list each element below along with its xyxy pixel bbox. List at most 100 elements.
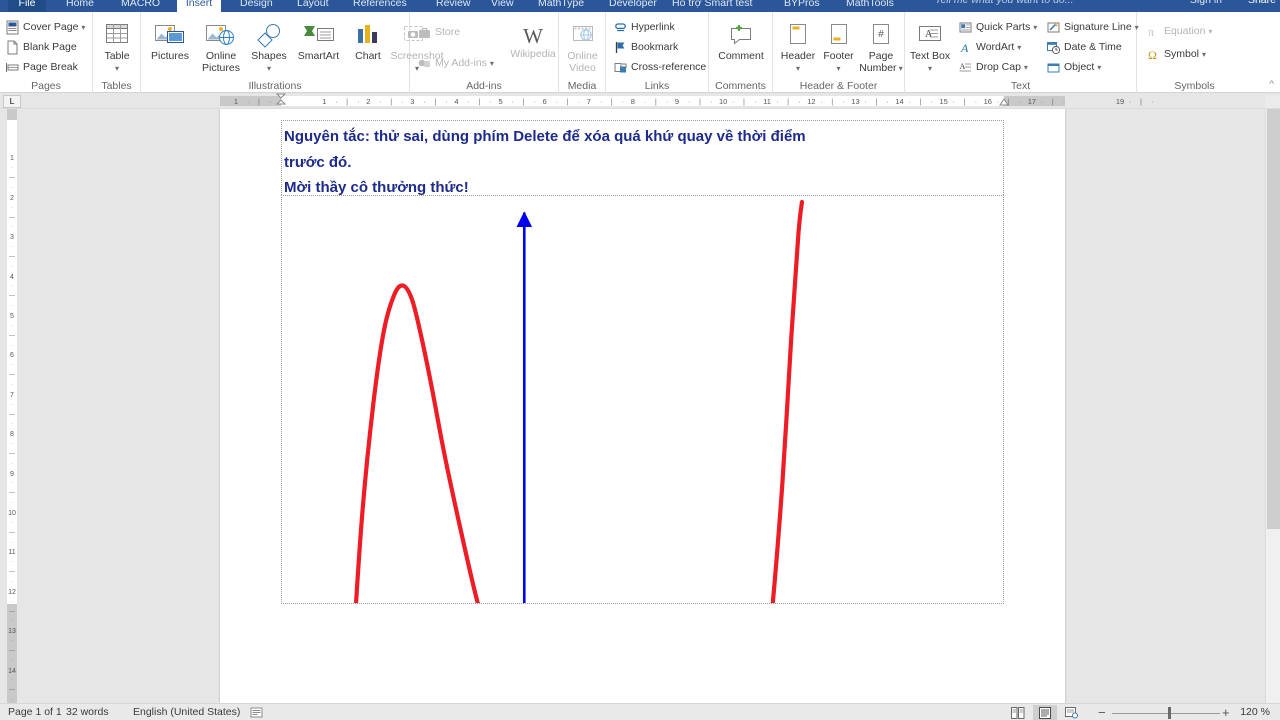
ribbon-group-comments: Comment Comments: [709, 12, 773, 93]
collapse-ribbon-button[interactable]: ^: [1269, 80, 1274, 89]
read-mode-icon[interactable]: [1006, 705, 1030, 720]
quick-parts-button[interactable]: Quick Parts ▾: [957, 18, 1037, 37]
online-pictures-icon: [197, 23, 245, 49]
wordart-button[interactable]: A WordArt ▾: [957, 38, 1021, 57]
view-mode-buttons[interactable]: [1006, 705, 1084, 720]
scrollbar-thumb[interactable]: [1267, 109, 1280, 529]
tab-macro[interactable]: MACRO: [115, 0, 166, 12]
chevron-down-icon[interactable]: ▾: [1208, 27, 1212, 36]
my-addins-button[interactable]: My Add-ins ▾: [416, 54, 494, 73]
tab-mathtools[interactable]: MathTools: [840, 0, 900, 12]
zoom-level-label[interactable]: 120 %: [1240, 706, 1270, 718]
tell-me-search[interactable]: Tell me what you want to do...: [935, 0, 1074, 6]
document-page[interactable]: Nguyên tắc: thử sai, dùng phím Delete để…: [220, 109, 1065, 703]
web-layout-icon[interactable]: [1060, 705, 1084, 720]
hruler-minor-tick: ·: [1040, 97, 1044, 106]
status-page-number[interactable]: Page 1 of 1: [8, 706, 62, 719]
horizontal-ruler-track[interactable]: 1 · | · 1 · | · 2 · | · 3 · | · 4 · | · 5 · | · 6 · | · 7 · | · 8 · | · 9 · | ·…: [220, 93, 1153, 108]
print-layout-icon[interactable]: [1033, 705, 1058, 720]
pictures-button[interactable]: Pictures: [145, 20, 195, 63]
cover-page-button[interactable]: Cover Page ▾: [4, 18, 85, 37]
hyperlink-button[interactable]: Hyperlink: [612, 18, 675, 37]
chevron-down-icon[interactable]: ▾: [247, 63, 291, 75]
vertical-ruler[interactable]: 1 · — · 2 · — · 3 · — · 4 · — · 5 · — · 6 · — · 7 · — · 8 · — · 9 · — · 10 · —…: [3, 109, 21, 703]
chevron-down-icon[interactable]: ▾: [777, 63, 819, 75]
object-button[interactable]: Object ▾: [1045, 58, 1101, 77]
tab-stop-selector[interactable]: L: [3, 95, 21, 108]
text-box-button[interactable]: A Text Box ▾: [908, 20, 952, 74]
shapes-button[interactable]: Shapes ▾: [247, 20, 291, 74]
vertical-scrollbar[interactable]: [1265, 109, 1280, 703]
horizontal-ruler[interactable]: 1 · | · 1 · | · 2 · | · 3 · | · 4 · | · 5 · | · 6 · | · 7 · | · 8 · | · 9 · | ·…: [0, 93, 1280, 109]
chevron-down-icon[interactable]: ▾: [490, 59, 494, 68]
tab-design[interactable]: Design: [234, 0, 279, 12]
svg-text:A: A: [925, 29, 933, 40]
zoom-in-button[interactable]: +: [1222, 705, 1230, 720]
tab-developer[interactable]: Developer: [603, 0, 663, 12]
document-canvas[interactable]: Nguyên tắc: thử sai, dùng phím Delete để…: [21, 109, 1280, 703]
chevron-down-icon[interactable]: ▾: [928, 64, 932, 73]
tab-insert[interactable]: Insert: [177, 0, 221, 12]
zoom-slider-track[interactable]: [1112, 713, 1220, 714]
status-language[interactable]: English (United States): [133, 706, 240, 719]
footer-icon: [818, 23, 859, 49]
tab-bypros[interactable]: BYPros: [778, 0, 826, 12]
cross-reference-button[interactable]: Cross-reference: [612, 58, 706, 77]
zoom-out-button[interactable]: −: [1098, 705, 1106, 720]
table-button[interactable]: Table ▾: [94, 20, 140, 74]
tab-view[interactable]: View: [485, 0, 520, 12]
indent-marker-first-line[interactable]: [276, 93, 286, 105]
chevron-down-icon[interactable]: ▾: [897, 64, 903, 73]
vruler-minor-tick: ·: [11, 342, 13, 349]
comment-button[interactable]: Comment: [715, 20, 767, 63]
vruler-tick: 5: [10, 313, 14, 320]
tab-file[interactable]: File: [8, 0, 46, 12]
chevron-down-icon[interactable]: ▾: [81, 23, 85, 32]
heading-textbox[interactable]: Nguyên tắc: thử sai, dùng phím Delete để…: [281, 120, 1004, 201]
vertical-ruler-track[interactable]: 1 · — · 2 · — · 3 · — · 4 · — · 5 · — · 6 · — · 7 · — · 8 · — · 9 · — · 10 · —…: [3, 109, 21, 703]
tab-home[interactable]: Home: [60, 0, 100, 12]
symbol-button[interactable]: Ω Symbol ▾: [1145, 45, 1206, 64]
spellcheck-icon[interactable]: [250, 706, 263, 719]
graph-drawing-canvas[interactable]: [281, 195, 1004, 604]
online-pictures-button[interactable]: Online Pictures: [197, 20, 245, 74]
zoom-slider-thumb[interactable]: [1168, 707, 1171, 719]
vruler-minor-tick: ·: [11, 401, 13, 408]
wikipedia-button[interactable]: W Wikipedia: [507, 18, 559, 61]
chart-button[interactable]: Chart: [347, 20, 389, 63]
chart-icon: [347, 23, 389, 49]
page-break-button[interactable]: Page Break: [4, 58, 78, 77]
tab-review[interactable]: Review: [430, 0, 476, 12]
date-time-button[interactable]: Date & Time: [1045, 38, 1122, 57]
group-label-comments: Comments: [715, 80, 766, 92]
equation-button[interactable]: π Equation ▾: [1145, 22, 1212, 41]
chevron-down-icon[interactable]: ▾: [1097, 63, 1101, 72]
chevron-down-icon[interactable]: ▾: [1017, 43, 1021, 52]
header-button[interactable]: Header ▾: [777, 20, 819, 74]
page-number-button[interactable]: # Page Number ▾: [859, 20, 903, 74]
sign-in-link[interactable]: Sign in: [1190, 0, 1222, 6]
online-video-button[interactable]: Online Video: [559, 20, 606, 74]
tab-layout[interactable]: Layout: [291, 0, 335, 12]
status-word-count[interactable]: 32 words: [66, 706, 109, 719]
share-button[interactable]: Share: [1248, 0, 1276, 6]
tab-mathtype[interactable]: MathType: [532, 0, 590, 12]
bookmark-button[interactable]: Bookmark: [612, 38, 678, 57]
footer-button[interactable]: Footer ▾: [818, 20, 859, 74]
drop-cap-button[interactable]: A Drop Cap ▾: [957, 58, 1028, 77]
signature-line-button[interactable]: Signature Line ▾: [1045, 18, 1139, 37]
chevron-down-icon[interactable]: ▾: [1202, 50, 1206, 59]
tab-ho-tro-smart-test[interactable]: Hỗ trợ Smart test: [666, 0, 758, 12]
hruler-minor-tick: ·: [1062, 97, 1066, 106]
chevron-down-icon[interactable]: ▾: [94, 63, 140, 75]
chevron-down-icon[interactable]: ▾: [1024, 63, 1028, 72]
smartart-button[interactable]: SmartArt: [291, 20, 346, 63]
chevron-down-icon[interactable]: ▾: [1033, 23, 1037, 32]
split-window-button[interactable]: [1265, 95, 1280, 108]
zoom-control[interactable]: − + 120 %: [1090, 705, 1270, 720]
function-graph[interactable]: [282, 196, 1004, 604]
store-button[interactable]: Store: [416, 23, 460, 42]
blank-page-button[interactable]: Blank Page: [4, 38, 77, 57]
tab-references[interactable]: References: [347, 0, 413, 12]
chevron-down-icon[interactable]: ▾: [818, 63, 859, 75]
